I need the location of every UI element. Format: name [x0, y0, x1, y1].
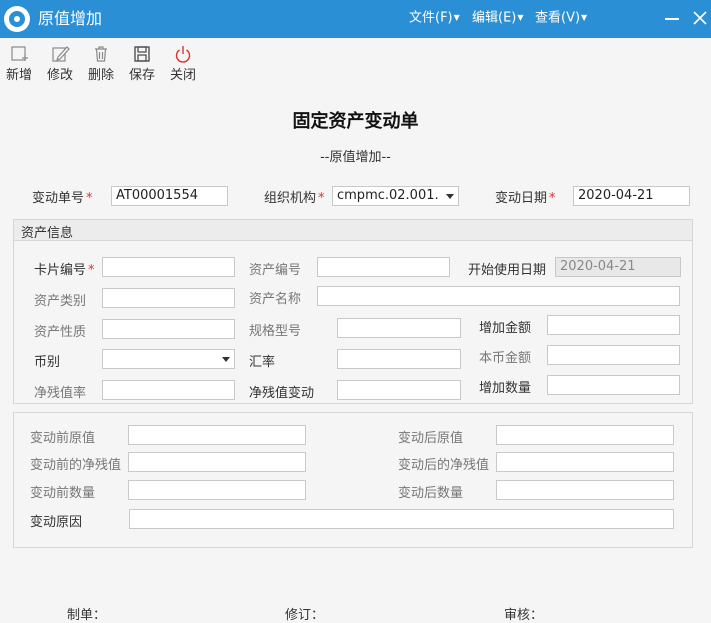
asset-info-header: 资产信息	[14, 220, 692, 241]
asset-info-title: 资产信息	[21, 226, 74, 241]
close-button-label: 关闭	[169, 68, 196, 83]
before-qty-input[interactable]	[128, 480, 306, 500]
local-amount-input[interactable]	[547, 345, 680, 365]
menu-edit-label: 编辑(E)	[472, 10, 517, 26]
menu-view[interactable]: 查看(V)▼	[535, 10, 587, 27]
start-date-label: 开始使用日期	[468, 263, 547, 278]
form-subtitle: --原值增加--	[320, 150, 391, 165]
chevron-down-icon	[222, 357, 230, 362]
currency-label: 币别	[34, 355, 61, 370]
close-window-button[interactable]	[688, 6, 711, 30]
new-button[interactable]: 新增	[4, 44, 34, 84]
reviser-label: 修订：	[285, 608, 325, 623]
increase-qty-input[interactable]	[547, 375, 680, 395]
rate-input[interactable]	[337, 349, 461, 369]
window-title: 原值增加	[38, 9, 103, 28]
menu-file[interactable]: 文件(F)▼	[409, 10, 460, 27]
chevron-down-icon: ▼	[453, 13, 460, 22]
org-select[interactable]: cmpmc.02.001.	[332, 186, 459, 206]
local-amount-label: 本币金额	[479, 351, 532, 366]
residual-change-label: 净残值变动	[249, 386, 315, 401]
close-button[interactable]: 关闭	[168, 44, 198, 84]
after-qty-input[interactable]	[496, 480, 674, 500]
minimize-icon	[665, 18, 679, 20]
new-button-label: 新增	[5, 68, 32, 83]
form-title: 固定资产变动单	[292, 111, 419, 132]
edit-icon	[52, 46, 70, 62]
chevron-down-icon: ▼	[517, 13, 524, 22]
increase-qty-label: 增加数量	[479, 381, 532, 396]
after-qty-label: 变动后数量	[398, 486, 464, 501]
currency-select[interactable]	[102, 349, 235, 369]
power-icon	[175, 46, 191, 63]
new-icon	[11, 46, 28, 61]
chevron-down-icon	[446, 194, 454, 199]
delete-button[interactable]: 删除	[86, 44, 116, 84]
save-button-label: 保存	[128, 68, 155, 83]
asset-no-label: 资产编号	[249, 263, 302, 278]
after-residual-label: 变动后的净残值	[398, 458, 490, 473]
title-bar: 原值增加 文件(F)▼ 编辑(E)▼ 查看(V)▼	[0, 0, 711, 38]
increase-amount-input[interactable]	[547, 315, 680, 335]
change-date-input[interactable]: 2020-04-21	[573, 186, 690, 206]
after-residual-input[interactable]	[496, 452, 674, 472]
spec-label: 规格型号	[249, 324, 302, 339]
modify-button[interactable]: 修改	[45, 44, 75, 84]
reason-label: 变动原因	[30, 515, 83, 530]
minimize-button[interactable]	[660, 6, 684, 30]
asset-no-input[interactable]	[317, 257, 450, 277]
start-date-input: 2020-04-21	[555, 257, 681, 277]
asset-type-input[interactable]	[102, 288, 235, 308]
maker-label: 制单：	[67, 608, 107, 623]
residual-rate-label: 净残值率	[34, 386, 87, 401]
before-value-input[interactable]	[128, 425, 306, 445]
reason-input[interactable]	[129, 509, 674, 529]
close-icon	[693, 11, 707, 25]
change-no-input[interactable]: AT00001554	[111, 186, 228, 206]
org-label: 组织机构 *	[264, 191, 325, 206]
increase-amount-label: 增加金额	[479, 321, 532, 336]
residual-rate-input[interactable]	[102, 380, 235, 400]
asset-nature-input[interactable]	[102, 319, 235, 339]
trash-icon	[95, 46, 107, 62]
save-button[interactable]: 保存	[127, 44, 157, 84]
app-logo-icon	[4, 6, 30, 32]
card-no-label: 卡片编号 *	[34, 263, 95, 278]
save-icon	[134, 46, 150, 62]
before-qty-label: 变动前数量	[30, 486, 96, 501]
residual-change-input[interactable]	[337, 380, 461, 400]
after-value-input[interactable]	[496, 425, 674, 445]
chevron-down-icon: ▼	[581, 13, 588, 22]
asset-nature-label: 资产性质	[34, 325, 87, 340]
menu-view-label: 查看(V)	[535, 10, 581, 26]
auditor-label: 审核：	[504, 608, 544, 623]
spec-input[interactable]	[337, 318, 461, 338]
change-no-label: 变动单号 *	[32, 191, 93, 206]
asset-name-label: 资产名称	[249, 292, 302, 307]
menu-edit[interactable]: 编辑(E)▼	[472, 10, 524, 27]
before-residual-label: 变动前的净残值	[30, 458, 122, 473]
rate-label: 汇率	[249, 355, 276, 370]
change-date-label: 变动日期 *	[495, 191, 556, 206]
menu-file-label: 文件(F)	[409, 10, 453, 26]
card-no-input[interactable]	[102, 257, 235, 277]
modify-button-label: 修改	[46, 68, 73, 83]
asset-name-input[interactable]	[317, 286, 680, 306]
delete-button-label: 删除	[87, 68, 114, 83]
after-value-label: 变动后原值	[398, 431, 464, 446]
org-select-value: cmpmc.02.001.	[337, 188, 439, 203]
before-value-label: 变动前原值	[30, 431, 96, 446]
before-residual-input[interactable]	[128, 452, 306, 472]
asset-type-label: 资产类别	[34, 294, 87, 309]
